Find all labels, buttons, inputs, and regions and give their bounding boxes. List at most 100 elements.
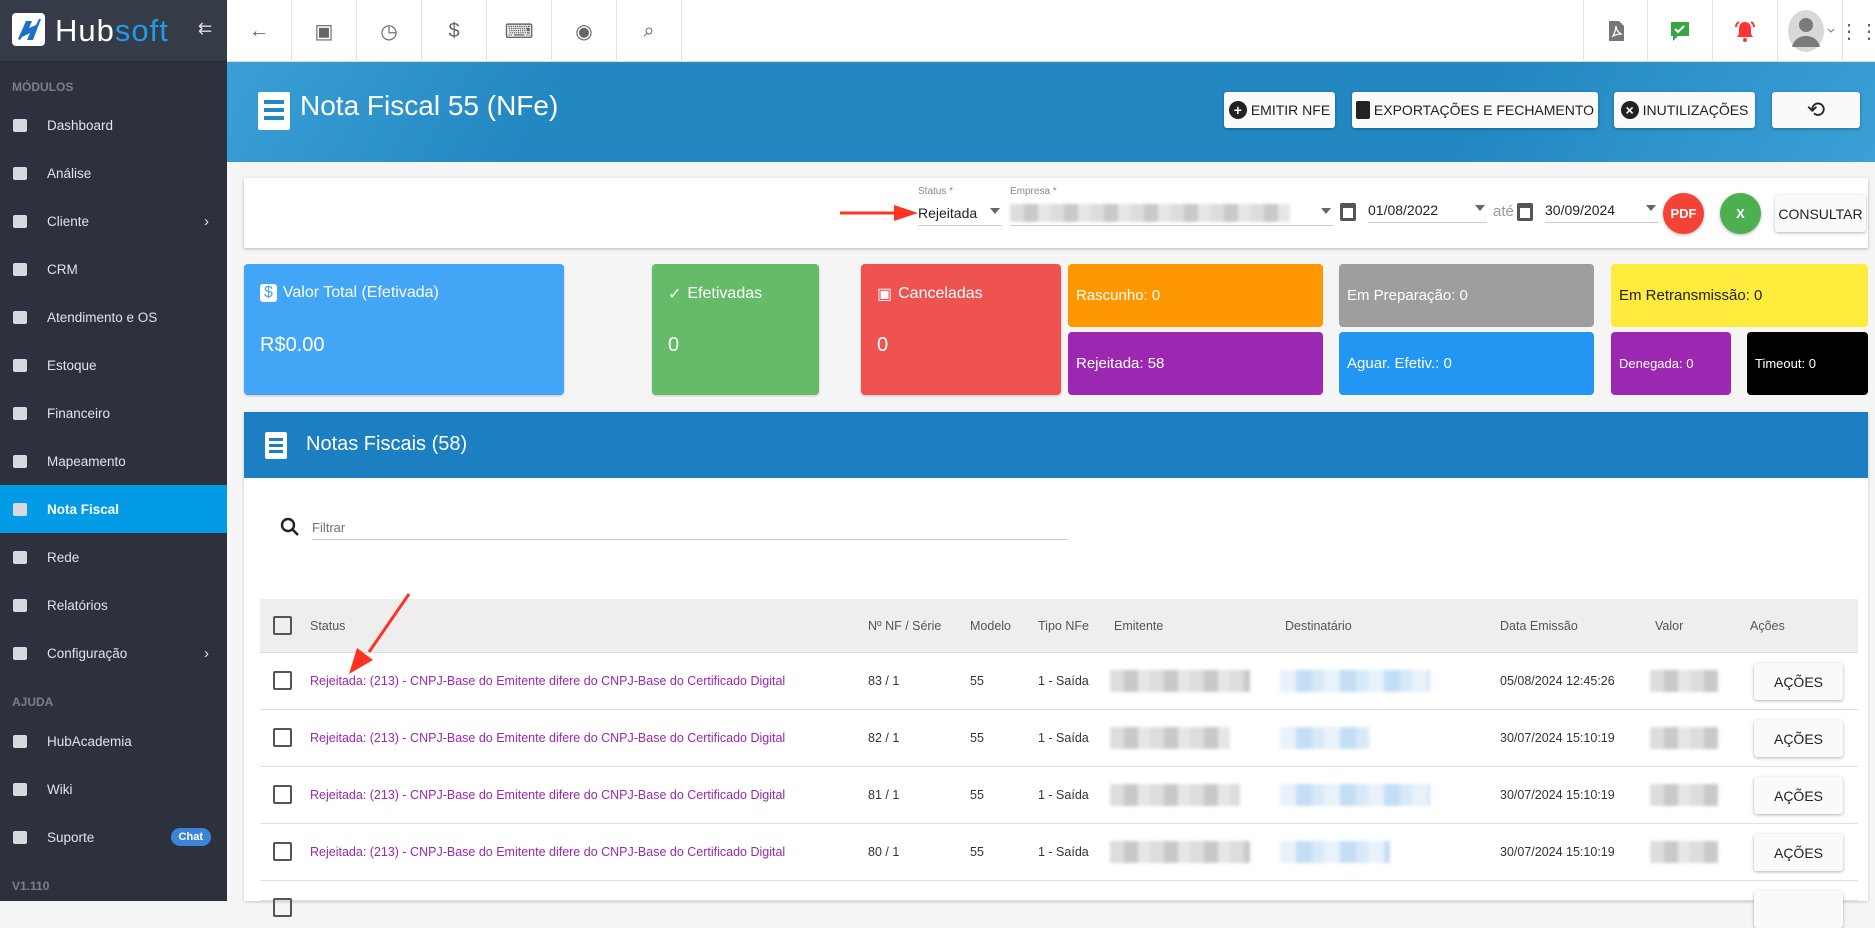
- column-header[interactable]: Modelo: [970, 619, 1011, 633]
- emit-nfe-button[interactable]: + EMITIR NFE: [1224, 92, 1335, 128]
- pie-chart-icon: [13, 166, 27, 180]
- sidebar-item-an-lise[interactable]: Análise: [0, 149, 227, 197]
- pdf-icon: PDF: [1670, 206, 1697, 221]
- destinatario-redacted: [1280, 727, 1370, 749]
- search-button[interactable]: ⌕: [617, 0, 682, 62]
- inutilizacoes-button[interactable]: × INUTILIZAÇÕES: [1614, 92, 1755, 128]
- consult-button[interactable]: CONSULTAR: [1775, 195, 1866, 232]
- stat-rejeitada[interactable]: Rejeitada: 58: [1068, 332, 1323, 395]
- eye-icon: ◉: [575, 20, 593, 43]
- stat-aguar-efetiv[interactable]: Aguar. Efetiv.: 0: [1339, 332, 1594, 395]
- empresa-select[interactable]: [1010, 200, 1333, 226]
- terminal-button[interactable]: ⌨: [487, 0, 552, 62]
- pdf-icon[interactable]: [1583, 0, 1648, 62]
- file-icon: [13, 598, 27, 612]
- status-link[interactable]: Rejeitada: (213) - CNPJ-Base do Emitente…: [310, 788, 785, 802]
- stat-em-preparacao[interactable]: Em Preparação: 0: [1339, 264, 1594, 327]
- page-title: Nota Fiscal 55 (NFe): [300, 90, 559, 121]
- sidebar-item-dashboard[interactable]: Dashboard: [0, 101, 227, 149]
- export-excel-button[interactable]: X: [1720, 193, 1761, 234]
- contact-button[interactable]: ▣: [292, 0, 357, 62]
- column-header[interactable]: Destinatário: [1285, 619, 1352, 633]
- filter-input[interactable]: [312, 516, 1068, 540]
- row-checkbox[interactable]: [273, 785, 292, 804]
- history-icon: ⟲: [1806, 97, 1826, 122]
- chevron-right-icon: ›: [204, 212, 209, 230]
- sidebar-item-suporte[interactable]: Suporte Chat: [0, 813, 227, 861]
- logo[interactable]: Hubsoft ⇇: [0, 0, 227, 62]
- actions-button[interactable]: AÇÕES: [1754, 834, 1843, 871]
- chat-check-icon[interactable]: [1648, 0, 1713, 62]
- column-header[interactable]: Tipo NFe: [1038, 619, 1089, 633]
- annotation-arrow: [349, 593, 411, 674]
- row-checkbox[interactable]: [273, 728, 292, 747]
- grid-icon[interactable]: ⋮⋮: [1839, 0, 1875, 62]
- sidebar-item-atendimento-e-os[interactable]: Atendimento e OS: [0, 293, 227, 341]
- youtube-icon: [13, 734, 27, 748]
- column-header[interactable]: Ações: [1750, 619, 1785, 633]
- column-header[interactable]: Emitente: [1114, 619, 1163, 633]
- sidebar-item-relat-rios[interactable]: Relatórios: [0, 581, 227, 629]
- date-from-input[interactable]: 01/08/2022: [1368, 197, 1487, 223]
- date-to-input[interactable]: 30/09/2024: [1545, 197, 1658, 223]
- exports-button[interactable]: EXPORTAÇÕES E FECHAMENTO: [1352, 92, 1598, 128]
- emitente-redacted: [1110, 841, 1250, 863]
- stat-timeout[interactable]: Timeout: 0: [1747, 332, 1868, 395]
- status-link[interactable]: Rejeitada: (213) - CNPJ-Base do Emitente…: [310, 731, 785, 745]
- status-link[interactable]: Rejeitada: (213) - CNPJ-Base do Emitente…: [310, 845, 785, 859]
- sidebar-item-hubacademia[interactable]: HubAcademia: [0, 717, 227, 765]
- contact-icon: [13, 214, 27, 228]
- sidebar-item-rede[interactable]: Rede: [0, 533, 227, 581]
- sidebar-item-wiki[interactable]: Wiki: [0, 765, 227, 813]
- eye-button[interactable]: ◉: [552, 0, 617, 62]
- sidebar-item-mapeamento[interactable]: Mapeamento: [0, 437, 227, 485]
- wikipedia-icon: [13, 782, 27, 796]
- calendar-clock-button[interactable]: ◷: [357, 0, 422, 62]
- valor-redacted: [1650, 670, 1718, 692]
- history-button[interactable]: ⟲: [1772, 92, 1860, 128]
- actions-button[interactable]: AÇÕES: [1754, 663, 1843, 700]
- dropdown-icon: [990, 208, 1000, 214]
- actions-button[interactable]: AÇÕES: [1754, 720, 1843, 757]
- sidebar-item-estoque[interactable]: Estoque: [0, 341, 227, 389]
- column-header[interactable]: Nº NF / Série: [868, 619, 941, 633]
- row-checkbox[interactable]: [273, 671, 292, 690]
- table-header: Status Nº NF / Série Modelo Tipo NFe Emitent…: [260, 599, 1858, 653]
- export-pdf-button[interactable]: PDF: [1663, 193, 1704, 234]
- box-icon: [13, 358, 27, 372]
- dollar-button[interactable]: $: [422, 0, 487, 62]
- stat-em-retransmissao[interactable]: Em Retransmissão: 0: [1611, 264, 1868, 327]
- check-icon: ✓: [668, 286, 682, 303]
- select-all-checkbox[interactable]: [273, 616, 292, 635]
- bell-icon[interactable]: [1713, 0, 1778, 62]
- sidebar-item-crm[interactable]: CRM: [0, 245, 227, 293]
- actions-button[interactable]: AÇÕES: [1754, 777, 1843, 814]
- row-checkbox[interactable]: [273, 842, 292, 861]
- calendar-clock-icon: ◷: [380, 20, 398, 43]
- excel-icon: X: [1736, 206, 1745, 221]
- dollar-icon: $: [260, 284, 277, 302]
- table-row: Rejeitada: (213) - CNPJ-Base do Emitente…: [260, 824, 1858, 881]
- column-header[interactable]: Valor: [1655, 619, 1683, 633]
- stat-rascunho[interactable]: Rascunho: 0: [1068, 264, 1323, 327]
- section-help: AJUDA: [12, 695, 54, 709]
- table-row: Rejeitada: (213) - CNPJ-Base do Emitente…: [260, 767, 1858, 824]
- receipt-icon: [258, 92, 290, 130]
- column-header[interactable]: Status: [310, 619, 345, 633]
- calendar-icon[interactable]: [1517, 203, 1533, 221]
- calendar-icon[interactable]: [1340, 203, 1356, 221]
- collapse-menu-icon[interactable]: ⇇: [198, 19, 212, 39]
- table-row: Rejeitada: (213) - CNPJ-Base do Emitente…: [260, 653, 1858, 710]
- sidebar-item-cliente[interactable]: Cliente ›: [0, 197, 227, 245]
- sidebar-item-configura-o[interactable]: Configuração ›: [0, 629, 227, 677]
- arrow-left-button[interactable]: ←: [227, 0, 292, 62]
- chat-badge[interactable]: Chat: [170, 828, 211, 846]
- avatar[interactable]: [1778, 0, 1843, 62]
- search-icon: ⌕: [643, 19, 655, 42]
- stat-valor-total: $ Valor Total (Efetivada) R$0.00: [244, 264, 564, 395]
- sidebar-item-nota-fiscal[interactable]: Nota Fiscal: [0, 485, 227, 533]
- column-header[interactable]: Data Emissão: [1500, 619, 1578, 633]
- stat-denegada[interactable]: Denegada: 0: [1611, 332, 1731, 395]
- status-select[interactable]: Rejeitada: [918, 200, 1002, 226]
- sidebar-item-financeiro[interactable]: Financeiro: [0, 389, 227, 437]
